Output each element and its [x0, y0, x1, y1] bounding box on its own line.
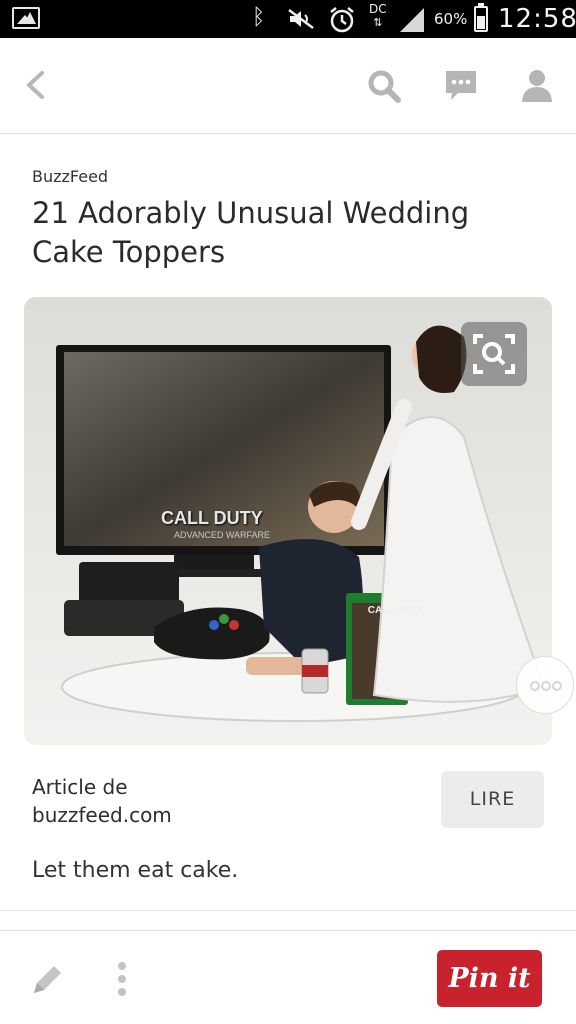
signal-icon — [400, 8, 424, 32]
pin-title: 21 Adorably Unusual Wedding Cake Toppers — [32, 196, 470, 269]
battery-percent: 60% — [434, 10, 468, 28]
back-icon[interactable] — [24, 70, 46, 100]
pin-it-button[interactable]: Pin it — [437, 950, 542, 1007]
mute-icon — [288, 9, 314, 29]
alarm-icon — [330, 7, 354, 33]
more-options-button[interactable] — [516, 656, 574, 714]
zoom-search-icon — [473, 334, 515, 374]
screen-game-title: CALL DUTY — [161, 508, 263, 528]
pencil-icon[interactable] — [30, 963, 64, 997]
divider — [0, 910, 576, 911]
vertical-dots-icon[interactable] — [114, 961, 130, 997]
more-options-icon — [530, 681, 562, 691]
bluetooth-icon: ᛒ — [252, 5, 266, 30]
clock: 12:58 — [498, 4, 576, 34]
status-bar: ᛒ DC ⇅ 60% 12:58 — [0, 0, 576, 38]
article-domain[interactable]: buzzfeed.com — [32, 802, 172, 829]
zoom-button[interactable] — [461, 322, 527, 386]
profile-icon[interactable] — [521, 68, 553, 104]
read-button[interactable]: LIRE — [441, 771, 544, 828]
battery-icon — [474, 3, 488, 32]
search-icon[interactable] — [366, 68, 402, 104]
data-arrows: ⇅ — [373, 16, 383, 29]
screen-game-subtitle: ADVANCED WARFARE — [174, 530, 271, 540]
pin-source[interactable]: BuzzFeed — [32, 167, 108, 186]
messages-icon[interactable] — [444, 68, 478, 104]
data-label: DC — [369, 2, 387, 16]
data-icon: DC ⇅ — [369, 2, 387, 30]
gallery-icon — [12, 7, 40, 29]
box-game-title: CALL DUTY — [367, 605, 425, 616]
app-bar — [0, 38, 576, 134]
article-label: Article de — [32, 775, 128, 799]
pin-description: Let them eat cake. — [32, 858, 239, 883]
